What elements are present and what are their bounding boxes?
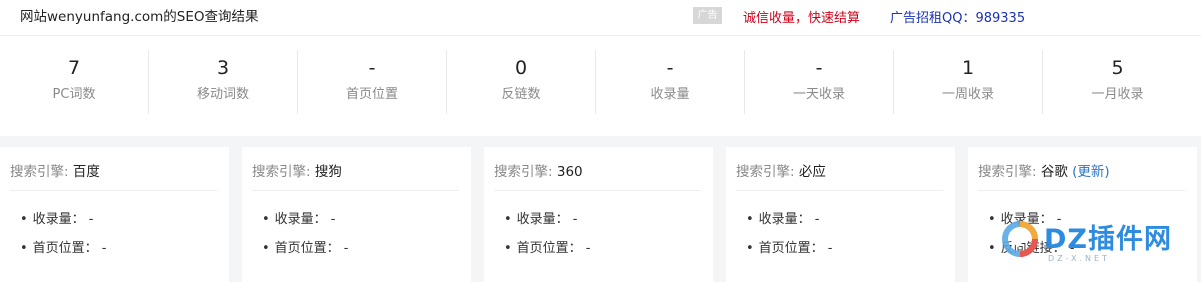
card-divider [978, 190, 1185, 191]
stat-indexed-week: 1 一周收录 [894, 50, 1043, 114]
watermark-subtext: DZ-X.NET [1048, 254, 1110, 263]
page-title: 网站wenyunfang.com的SEO查询结果 [20, 9, 259, 25]
stat-label: 移动词数 [196, 87, 249, 102]
engine-prefix: 搜索引擎: [10, 164, 69, 180]
card-title: 搜索引擎: 百度 [10, 160, 100, 180]
list-item: 收录量： - [262, 211, 349, 240]
engine-card-360: 搜索引擎: 360 收录量： - 首页位置： - [484, 147, 713, 282]
engine-name: 谷歌 [1040, 164, 1068, 180]
stat-label: 收录量 [650, 87, 690, 102]
stats-row: 7 PC词数 3 移动词数 - 首页位置 0 反链数 - 收录量 - 一天收录 … [0, 50, 1201, 114]
stat-label: PC词数 [52, 87, 96, 102]
card-list: 收录量： - 首页位置： - [262, 211, 349, 269]
stat-label: 反链数 [501, 87, 541, 102]
card-title: 搜索引擎: 谷歌 (更新) [978, 160, 1110, 180]
stat-label: 首页位置 [345, 87, 398, 102]
stat-indexed-day: - 一天收录 [745, 50, 894, 114]
card-list: 收录量： - 首页位置： - [746, 211, 833, 269]
stat-value: - [666, 57, 674, 79]
list-item: 首页位置： - [504, 240, 591, 269]
stat-backlinks: 0 反链数 [447, 50, 596, 114]
list-item: 首页位置： - [20, 240, 107, 269]
engine-card-baidu: 搜索引擎: 百度 收录量： - 首页位置： - [0, 147, 229, 282]
engine-prefix: 搜索引擎: [494, 164, 553, 180]
update-link[interactable]: (更新) [1072, 164, 1110, 180]
card-title: 搜索引擎: 搜狗 [252, 160, 342, 180]
list-item: 首页位置： - [262, 240, 349, 269]
list-item: 收录量： - [746, 211, 833, 240]
engine-card-sogou: 搜索引擎: 搜狗 收录量： - 首页位置： - [242, 147, 471, 282]
stat-value: 3 [216, 57, 230, 79]
stat-label: 一月收录 [1091, 87, 1144, 102]
card-divider [252, 190, 459, 191]
summary-panel: 网站wenyunfang.com的SEO查询结果 广告 诚信收量，快速结算 广告… [0, 0, 1201, 136]
page-header: 网站wenyunfang.com的SEO查询结果 广告 诚信收量，快速结算 广告… [0, 0, 1201, 36]
engine-prefix: 搜索引擎: [978, 164, 1037, 180]
engine-name: 搜狗 [314, 164, 342, 180]
card-title: 搜索引擎: 360 [494, 160, 583, 180]
engine-name: 必应 [798, 164, 826, 180]
stat-indexed: - 收录量 [596, 50, 745, 114]
stat-value: 1 [961, 57, 975, 79]
list-item: 收录量： - [20, 211, 107, 240]
engine-card-bing: 搜索引擎: 必应 收录量： - 首页位置： - [726, 147, 955, 282]
card-list: 收录量： - 首页位置： - [504, 211, 591, 269]
stat-value: 0 [514, 57, 528, 79]
ad-contact-link[interactable]: 广告招租QQ：989335 [890, 7, 1025, 26]
card-divider [494, 190, 701, 191]
stat-label: 一周收录 [941, 87, 994, 102]
promo-link[interactable]: 诚信收量，快速结算 [743, 7, 860, 26]
stat-value: 7 [67, 57, 81, 79]
stat-value: 5 [1111, 57, 1124, 79]
watermark-logo-icon [1002, 221, 1038, 257]
stat-mobile-keywords: 3 移动词数 [149, 50, 298, 114]
watermark-text: DZ插件网 [1044, 224, 1172, 255]
watermark: DZ插件网 DZ-X.NET [996, 216, 1196, 272]
engine-name: 360 [556, 164, 583, 180]
engine-prefix: 搜索引擎: [736, 164, 795, 180]
card-list: 收录量： - 首页位置： - [20, 211, 107, 269]
stat-value: - [815, 57, 823, 79]
card-divider [10, 190, 217, 191]
ad-badge: 广告 [693, 7, 722, 24]
stat-homepage-position: - 首页位置 [298, 50, 447, 114]
card-title: 搜索引擎: 必应 [736, 160, 826, 180]
engine-name: 百度 [72, 164, 100, 180]
engine-prefix: 搜索引擎: [252, 164, 311, 180]
card-divider [736, 190, 943, 191]
list-item: 首页位置： - [746, 240, 833, 269]
list-item: 收录量： - [504, 211, 591, 240]
stat-value: - [368, 57, 376, 79]
stat-indexed-month: 5 一月收录 [1043, 50, 1192, 114]
stat-label: 一天收录 [792, 87, 845, 102]
stat-pc-keywords: 7 PC词数 [0, 50, 149, 114]
